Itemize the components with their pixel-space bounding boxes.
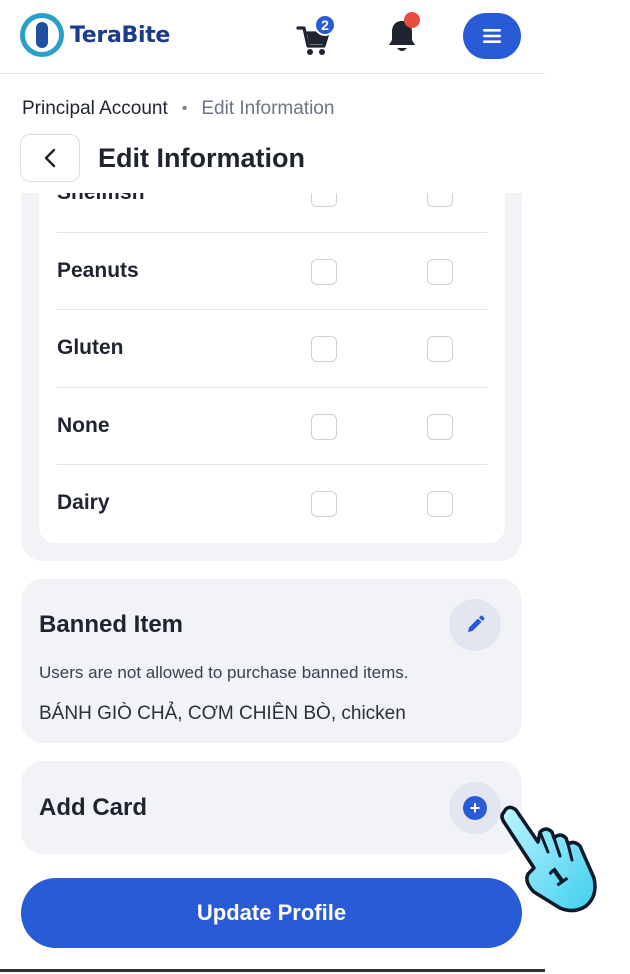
banned-item-list: BÁNH GIÒ CHẢ, CƠM CHIÊN BÒ, chicken bbox=[39, 703, 406, 724]
breadcrumb: Principal Account • Edit Information bbox=[22, 98, 334, 120]
breadcrumb-separator: • bbox=[181, 100, 188, 117]
pencil-icon bbox=[468, 615, 485, 632]
tap-hand-icon: 1 bbox=[500, 805, 597, 913]
add-card-section: Add Card + bbox=[21, 761, 522, 854]
notification-dot bbox=[404, 12, 420, 28]
cart-count-badge: 2 bbox=[314, 14, 336, 36]
allergy-row: None bbox=[57, 388, 487, 465]
allergy-checkbox[interactable] bbox=[311, 413, 337, 440]
allergy-checkbox[interactable] bbox=[427, 258, 453, 285]
top-header: TeraBite 2 bbox=[0, 0, 545, 74]
brand-name: TeraBite bbox=[70, 22, 171, 48]
breadcrumb-current: Edit Information bbox=[201, 98, 335, 119]
allergy-checkbox[interactable] bbox=[427, 491, 453, 517]
allergy-label: Peanuts bbox=[57, 258, 139, 282]
cart-button[interactable]: 2 bbox=[296, 14, 340, 56]
back-button[interactable] bbox=[20, 134, 80, 182]
banned-item-card: Banned Item Users are not allowed to pur… bbox=[21, 579, 522, 743]
allergy-row: Gluten bbox=[57, 310, 487, 388]
title-row: Edit Information bbox=[20, 134, 305, 182]
breadcrumb-parent[interactable]: Principal Account bbox=[22, 98, 168, 120]
bottom-divider bbox=[0, 969, 545, 972]
logo-icon bbox=[20, 13, 64, 57]
edit-banned-button[interactable] bbox=[449, 599, 501, 651]
allergy-scroll-area: Shellfish Peanuts Gluten None Dairy bbox=[0, 193, 630, 593]
allergy-row: Peanuts bbox=[57, 233, 487, 310]
allergy-label: Gluten bbox=[57, 336, 124, 359]
notifications-button[interactable] bbox=[384, 12, 424, 52]
allergy-checkbox[interactable] bbox=[427, 413, 453, 440]
update-profile-button[interactable]: Update Profile bbox=[21, 878, 522, 948]
banned-item-note: Users are not allowed to purchase banned… bbox=[39, 663, 409, 682]
allergy-checkbox[interactable] bbox=[427, 336, 453, 362]
add-card-title: Add Card bbox=[39, 794, 147, 821]
menu-button[interactable] bbox=[463, 13, 521, 59]
allergy-label: Dairy bbox=[57, 491, 110, 514]
allergy-checkbox[interactable] bbox=[311, 258, 337, 285]
hamburger-icon bbox=[483, 29, 501, 43]
allergy-label: None bbox=[57, 413, 110, 437]
chevron-left-icon bbox=[44, 148, 56, 168]
allergy-checkbox[interactable] bbox=[427, 193, 453, 207]
brand-logo[interactable]: TeraBite bbox=[20, 13, 170, 57]
plus-icon: + bbox=[463, 796, 487, 820]
allergy-checkbox[interactable] bbox=[311, 336, 337, 362]
page-title: Edit Information bbox=[98, 142, 305, 173]
banned-item-title: Banned Item bbox=[39, 611, 184, 638]
allergy-checkbox[interactable] bbox=[311, 491, 337, 517]
allergy-row: Dairy bbox=[57, 465, 487, 543]
allergy-checkbox[interactable] bbox=[311, 193, 337, 207]
allergy-row: Shellfish bbox=[57, 193, 487, 233]
allergy-label: Shellfish bbox=[57, 193, 145, 205]
